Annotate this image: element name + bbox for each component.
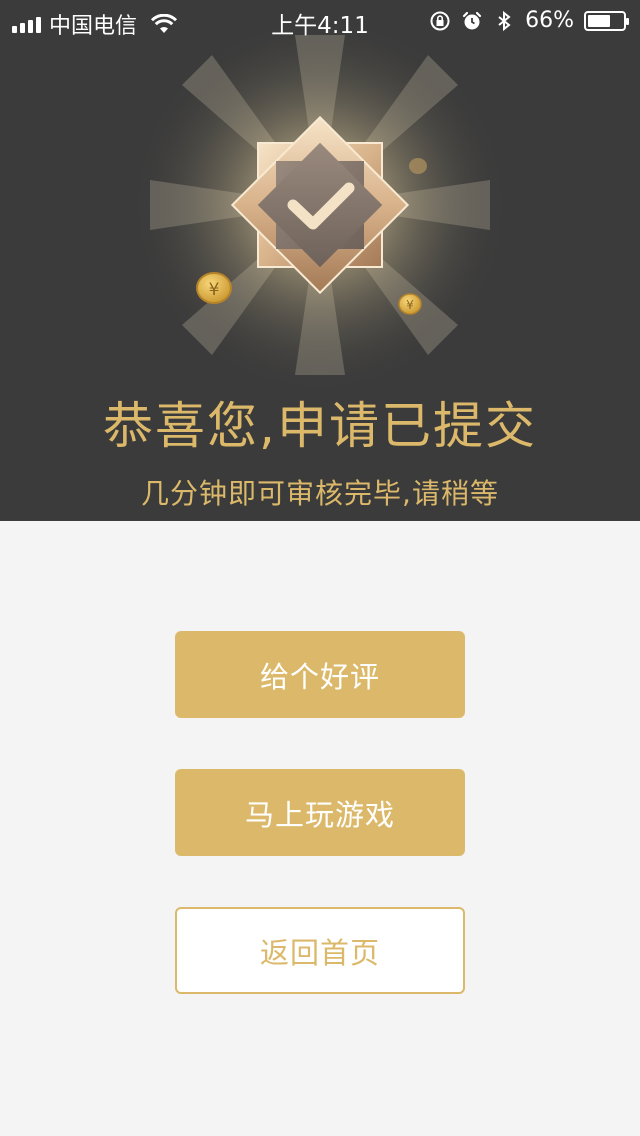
bluetooth-icon: [498, 10, 511, 31]
hero-banner: ¥ ¥ 恭喜您,申请已提交 几分钟即可审核完毕,请稍等: [0, 0, 640, 521]
success-subtitle: 几分钟即可审核完毕,请稍等: [141, 477, 499, 510]
yuan-coin-icon: ¥: [196, 272, 232, 304]
alarm-icon: [462, 11, 482, 29]
status-bar: 中国电信 上午4:11 66%: [0, 0, 640, 40]
rotation-lock-icon: [430, 11, 450, 30]
play-game-button[interactable]: 马上玩游戏: [175, 769, 465, 856]
battery-level: [588, 14, 611, 27]
battery-percentage: 66%: [525, 8, 574, 33]
checkmark-badge-icon: [230, 115, 410, 295]
screen: ¥ ¥ 恭喜您,申请已提交 几分钟即可审核完毕,请稍等 中国电信 上午4:11 …: [0, 0, 640, 1136]
svg-text:¥: ¥: [406, 298, 414, 312]
back-home-button[interactable]: 返回首页: [175, 907, 465, 994]
yuan-coin-icon: ¥: [398, 293, 422, 315]
battery-icon: [584, 10, 629, 31]
rate-button[interactable]: 给个好评: [175, 631, 465, 718]
yuan-coin-icon: [409, 158, 427, 174]
svg-text:¥: ¥: [209, 280, 220, 300]
success-title: 恭喜您,申请已提交: [103, 397, 537, 455]
